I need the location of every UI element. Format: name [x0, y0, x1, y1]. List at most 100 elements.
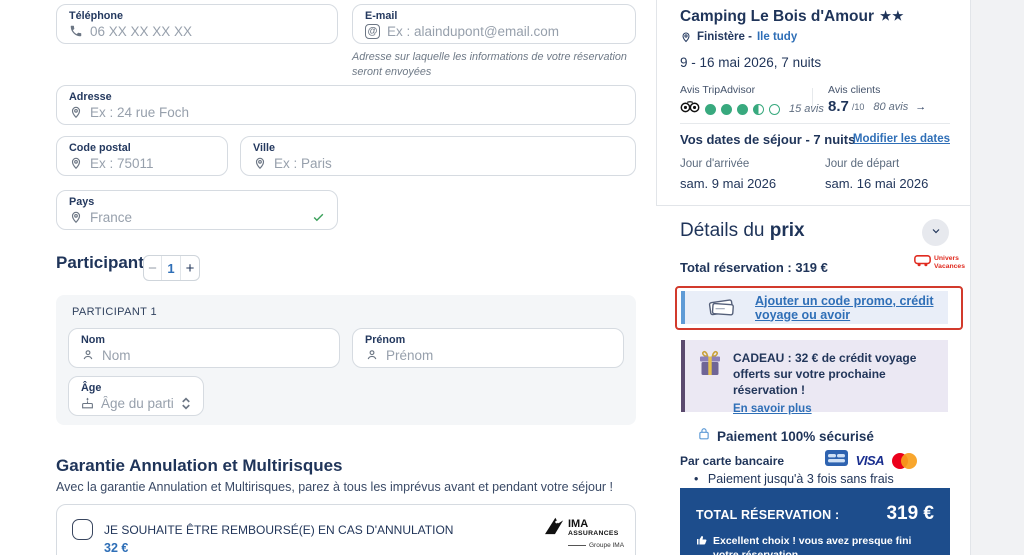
annotation-highlight-box: [675, 286, 963, 330]
brand-line1: Univers: [934, 255, 959, 263]
ima-assurances-logo: IMA ASSURANCES Groupe IMA: [544, 516, 632, 549]
city-label: Ville: [253, 142, 276, 154]
person-icon: [81, 348, 95, 362]
increment-button[interactable]: +: [181, 256, 199, 280]
lastname-label: Nom: [81, 334, 105, 346]
rating-dot: [753, 103, 764, 115]
total-box-label: TOTAL RÉSERVATION :: [696, 508, 840, 522]
arrow-right-icon[interactable]: →: [915, 101, 926, 113]
country-input[interactable]: [90, 209, 305, 225]
ima-groupe: Groupe IMA: [589, 542, 625, 549]
address-input[interactable]: [90, 104, 623, 120]
phone-input[interactable]: [90, 23, 325, 39]
reservation-total-line: Total réservation : 319 €: [680, 260, 828, 275]
refund-checkbox[interactable]: [72, 519, 93, 540]
sidebar-card-left-border: [656, 0, 657, 205]
at-icon: @: [365, 23, 380, 39]
property-name-text: Camping Le Bois d'Amour: [680, 8, 874, 25]
ima-logo-icon: [544, 516, 565, 540]
rating-dot: [737, 103, 748, 115]
price-details-title-bold: prix: [769, 220, 805, 241]
participant-card-title: PARTICIPANT 1: [72, 306, 158, 318]
rating-dot: [705, 103, 716, 115]
property-city-link[interactable]: Ile tudy: [757, 31, 797, 43]
phone-icon: [69, 24, 83, 38]
lastname-input[interactable]: [102, 347, 327, 363]
city-field[interactable]: Ville: [240, 136, 636, 176]
country-field[interactable]: Pays: [56, 190, 338, 230]
phone-label: Téléphone: [69, 10, 123, 22]
age-label: Âge: [81, 382, 102, 394]
installments-text: Paiement jusqu'à 3 fois sans frais: [707, 472, 894, 486]
cake-icon: [81, 397, 94, 410]
location-pin-icon: [680, 31, 692, 43]
participants-title: Participants: [56, 253, 154, 272]
address-label: Adresse: [69, 91, 112, 103]
sort-chevrons-icon: [181, 397, 191, 410]
tripadvisor-label: Avis TripAdvisor: [680, 84, 756, 96]
brand-line2: Vacances: [934, 263, 965, 270]
arrival-date: sam. 9 mai 2026: [680, 176, 777, 191]
guarantee-title: Garantie Annulation et Multirisques: [56, 456, 343, 475]
arrival-label: Jour d'arrivée: [680, 158, 750, 170]
gift-credit-box: CADEAU : 32 € de crédit voyage offerts s…: [681, 340, 948, 415]
postal-code-input[interactable]: [90, 155, 215, 171]
lastname-field[interactable]: Nom: [68, 328, 340, 368]
email-helper-text: Adresse sur laquelle les informations de…: [352, 51, 627, 79]
firstname-input[interactable]: [386, 347, 611, 363]
property-region: Finistère -: [697, 31, 752, 43]
participants-stepper: − 1 +: [143, 255, 200, 281]
postal-code-field[interactable]: Code postal: [56, 136, 228, 176]
email-field[interactable]: E-mail @: [352, 4, 636, 44]
modify-dates-link[interactable]: Modifier les dates: [853, 133, 950, 145]
univers-vacances-icon: [914, 254, 931, 272]
price-details-title: Détails du prix: [680, 220, 805, 242]
reservation-total-label: Total réservation :: [680, 260, 796, 275]
stay-section-title: Vos dates de séjour - 7 nuits: [680, 132, 856, 147]
gift-text: CADEAU : 32 € de crédit voyage offerts s…: [733, 351, 917, 398]
ima-name: IMA: [568, 518, 589, 530]
collapse-price-button[interactable]: [922, 219, 949, 246]
lock-icon: [698, 427, 710, 445]
sidebar-right-border: [970, 0, 971, 555]
age-select[interactable]: [101, 395, 174, 411]
chevron-down-icon: [930, 224, 942, 242]
client-score: 8.7: [828, 98, 849, 115]
star-rating: ★★: [880, 9, 905, 23]
email-input[interactable]: [387, 23, 623, 39]
guarantee-subtitle: Avec la garantie Annulation et Multirisq…: [56, 480, 614, 494]
departure-date: sam. 16 mai 2026: [825, 176, 929, 191]
cb-card-icon: [824, 450, 848, 471]
price-details-title-prefix: Détails du: [680, 220, 770, 241]
departure-label: Jour de départ: [825, 158, 900, 170]
stay-dates-summary: 9 - 16 mai 2026, 7 nuits: [680, 55, 822, 70]
location-pin-icon: [69, 210, 83, 224]
total-box-note: Excellent choix ! vous avez presque fini…: [713, 535, 912, 555]
booking-page: Téléphone E-mail @ Adresse sur laquelle …: [0, 0, 1024, 555]
decrement-button[interactable]: −: [144, 256, 161, 280]
tripadvisor-owl-icon: [680, 100, 700, 118]
rating-dot: [721, 103, 732, 115]
refund-checkbox-label: JE SOUHAITE ÊTRE REMBOURSÉ(E) EN CAS D'A…: [104, 523, 454, 537]
ima-sub: ASSURANCES: [568, 530, 619, 537]
learn-more-link[interactable]: En savoir plus: [733, 403, 812, 415]
univers-vacances-logo: Univers Vacances: [914, 254, 965, 272]
by-card-label: Par carte bancaire: [680, 454, 785, 468]
client-review-count[interactable]: 80 avis: [873, 101, 908, 113]
address-field[interactable]: Adresse: [56, 85, 636, 125]
city-input[interactable]: [274, 155, 623, 171]
payment-methods: VISA: [824, 450, 918, 471]
location-pin-icon: [69, 156, 83, 170]
secure-payment-text: Paiement 100% sécurisé: [717, 428, 874, 444]
age-field[interactable]: Âge: [68, 376, 204, 416]
country-label: Pays: [69, 196, 95, 208]
installments-line: • Paiement jusqu'à 3 fois sans frais: [694, 472, 894, 486]
reviews-divider: [812, 88, 813, 110]
visa-logo: VISA: [855, 453, 885, 468]
postal-code-label: Code postal: [69, 142, 131, 154]
tripadvisor-reviews: Avis TripAdvisor 15 avis: [680, 84, 824, 118]
client-reviews-label: Avis clients: [828, 84, 881, 96]
phone-field[interactable]: Téléphone: [56, 4, 338, 44]
thumbs-up-icon: [696, 534, 708, 555]
firstname-field[interactable]: Prénom: [352, 328, 624, 368]
